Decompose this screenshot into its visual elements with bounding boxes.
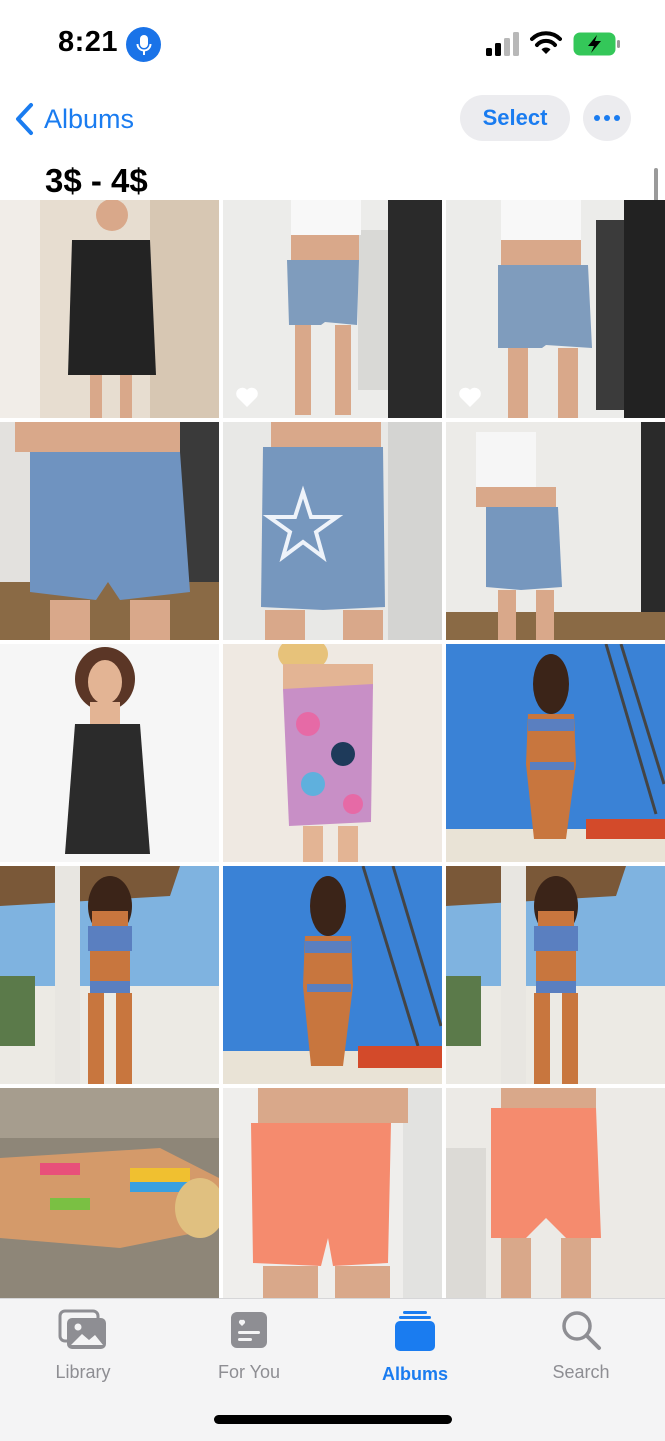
album-title: 3$ - 4$ <box>45 162 148 199</box>
photo-thumbnail[interactable] <box>223 866 442 1084</box>
photo-library-icon <box>58 1309 106 1349</box>
ellipsis-icon <box>594 115 620 121</box>
tab-label: Search <box>552 1362 610 1382</box>
photo-thumbnail[interactable] <box>0 200 219 418</box>
battery-charging-icon <box>573 32 620 56</box>
scroll-indicator <box>654 168 658 202</box>
cellular-signal-icon <box>486 32 519 56</box>
back-button[interactable]: Albums <box>14 98 134 140</box>
photo-thumbnail[interactable] <box>446 200 665 418</box>
tab-label: Library <box>55 1362 111 1382</box>
photo-thumbnail[interactable] <box>0 644 219 862</box>
back-button-label: Albums <box>44 103 135 134</box>
home-indicator[interactable] <box>214 1415 452 1424</box>
status-bar: 8:21 <box>0 0 665 90</box>
photo-thumbnail[interactable] <box>446 866 665 1084</box>
tab-search[interactable]: Search <box>521 1309 641 1383</box>
microphone-icon <box>126 27 161 62</box>
tab-albums[interactable]: Albums <box>355 1309 475 1385</box>
tab-label: For You <box>217 1362 281 1382</box>
status-time: 8:21 <box>58 26 119 58</box>
photo-grid <box>0 200 665 1300</box>
photo-thumbnail[interactable] <box>223 200 442 418</box>
search-icon <box>562 1311 601 1350</box>
photo-thumbnail[interactable] <box>446 422 665 640</box>
photo-thumbnail[interactable] <box>223 422 442 640</box>
favorite-heart-icon <box>236 387 258 407</box>
photo-thumbnail[interactable] <box>223 1088 442 1300</box>
favorite-heart-icon <box>459 387 481 407</box>
photo-thumbnail[interactable] <box>0 422 219 640</box>
albums-icon <box>395 1311 435 1351</box>
more-options-button[interactable] <box>583 95 631 141</box>
tab-label: Albums <box>381 1364 448 1384</box>
photo-thumbnail[interactable] <box>446 644 665 862</box>
photo-thumbnail[interactable] <box>0 866 219 1084</box>
chevron-left-icon <box>16 103 33 135</box>
photo-thumbnail[interactable] <box>223 644 442 862</box>
tab-library[interactable]: Library <box>23 1309 143 1383</box>
for-you-icon <box>231 1312 267 1348</box>
select-button[interactable]: Select <box>460 95 570 141</box>
photo-thumbnail[interactable] <box>0 1088 219 1300</box>
wifi-icon <box>530 31 562 54</box>
photo-thumbnail[interactable] <box>446 1088 665 1300</box>
tab-for-you[interactable]: For You <box>189 1309 309 1383</box>
